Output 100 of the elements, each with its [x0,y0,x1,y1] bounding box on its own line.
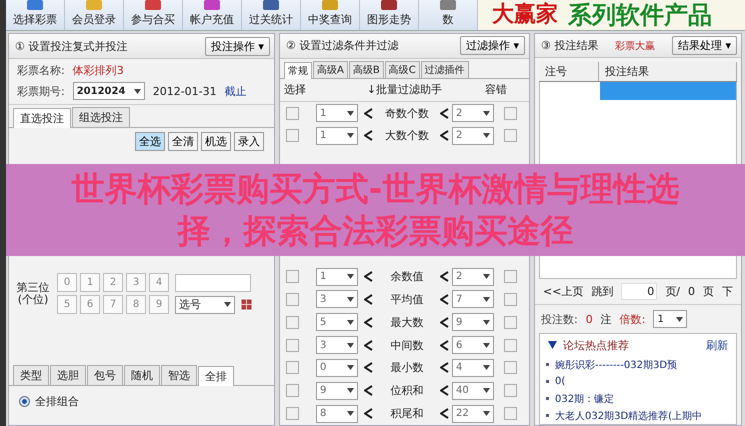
min-select[interactable]: 1 [316,268,358,286]
toolbar-icon[interactable] [378,0,400,10]
checkbox[interactable] [286,338,299,352]
action-button[interactable]: 机选 [200,132,231,151]
tab[interactable]: 过滤插件 [420,60,469,78]
min-select[interactable]: 1 [316,126,358,145]
tab[interactable]: 选胆 [50,365,86,385]
min-select[interactable]: 0 [316,358,358,377]
forum-link[interactable]: 婉彤识彩--------032期3D预 [555,358,678,372]
forum-link[interactable]: 大老人032期3D精选推荐(上期中 [555,408,702,422]
tab[interactable]: 高级B [348,60,384,78]
tolerance-checkbox[interactable] [504,129,517,142]
min-select[interactable]: 9 [316,382,358,400]
max-select[interactable]: 40 [452,382,494,400]
filter-name: 中间数 [389,338,424,353]
toolbar-button[interactable]: 选择彩票 [13,10,57,30]
max-select[interactable]: 6 [452,336,494,354]
checkbox[interactable] [286,407,299,420]
max-select[interactable]: 2 [452,268,494,286]
min-select[interactable]: 3 [316,336,358,354]
panel-title: ③ 投注结果 [541,38,598,54]
caret-icon [346,296,354,302]
tolerance-checkbox[interactable] [504,316,517,329]
min-select[interactable]: 1 [316,104,358,122]
caret-icon [482,274,490,280]
caret-icon [676,316,684,322]
next-link[interactable]: 下 [722,284,733,300]
tab[interactable]: 智选 [161,365,197,385]
max-select[interactable]: 2 [452,104,494,122]
caret-icon [346,411,354,416]
refresh-link[interactable]: 刷新 [706,338,728,352]
toolbar-button[interactable]: 中奖查询 [308,10,352,30]
toolbar-button[interactable]: 过关统计 [249,10,293,30]
tolerance-checkbox[interactable] [504,292,517,306]
grid-icon[interactable] [241,299,252,310]
menu-button[interactable]: 结果处理 ▾ [672,36,737,56]
checkbox[interactable] [286,106,299,120]
action-button[interactable]: 全清 [168,132,198,151]
toolbar-icon[interactable] [142,0,164,10]
toolbar-icon[interactable] [24,0,46,10]
max-select[interactable]: 7 [452,290,494,308]
toolbar-button[interactable]: 数 [442,10,454,30]
caret-icon [346,274,354,280]
tab[interactable]: 随机 [124,365,160,385]
checkbox[interactable] [286,361,299,374]
checkbox[interactable] [286,129,299,142]
max-select[interactable]: 4 [452,358,494,377]
toolbar-icon[interactable] [201,0,223,10]
radio-label: 全排组合 [35,394,79,409]
page-field[interactable]: 0 [621,283,658,300]
menu-button[interactable]: 过滤操作 ▾ [460,36,525,56]
pick-select[interactable]: 选号 [175,296,235,314]
tab[interactable]: 包号 [87,365,123,385]
tab[interactable]: 高级C [384,60,420,78]
max-select[interactable]: 22 [452,404,494,423]
tab[interactable]: 高级A [312,60,348,78]
toolbar-button[interactable]: 会员登录 [72,10,116,30]
caret-icon [482,342,490,348]
tolerance-checkbox[interactable] [504,361,517,374]
tab[interactable]: 组选投注 [72,107,130,127]
radio-button[interactable] [19,396,30,407]
tab[interactable]: 常规 [284,62,312,79]
min-select[interactable]: 5 [316,313,358,332]
tolerance-checkbox[interactable] [504,384,517,398]
checkbox[interactable] [286,292,299,306]
prev-link[interactable]: <<上页 [543,284,584,300]
min-select[interactable]: 3 [316,290,358,308]
toolbar-icon[interactable] [437,0,459,10]
caret-icon [482,411,490,416]
toolbar-button[interactable]: 图形走势 [367,10,411,30]
tolerance-checkbox[interactable] [504,338,517,352]
multiple-select[interactable]: 1 [653,310,688,328]
forum-link[interactable]: 0( [555,376,566,387]
tab[interactable]: 类型 [13,365,49,385]
tolerance-checkbox[interactable] [504,106,517,120]
checkbox[interactable] [286,270,299,284]
input-field[interactable] [175,274,251,292]
toolbar-button[interactable]: 帐户充值 [190,10,234,30]
tab[interactable]: 全排 [198,366,234,386]
tab[interactable]: 直选投注 [13,108,71,128]
forum-link[interactable]: 032期：镰定 [555,392,614,406]
toolbar-button[interactable]: 参与合买 [131,10,175,30]
checkbox[interactable] [286,384,299,398]
action-button[interactable]: 录入 [234,132,264,151]
checkbox[interactable] [286,316,299,329]
tolerance-checkbox[interactable] [504,407,517,420]
logo-brand: 大赢家 [492,2,558,28]
menu-button[interactable]: 投注操作 ▾ [204,36,270,56]
table-row[interactable] [600,82,736,100]
issue-date: 2012-01-31 [152,84,217,98]
tolerance-checkbox[interactable] [504,270,517,284]
issue-select[interactable]: 2012024 [72,82,145,100]
toolbar-icon[interactable] [260,0,282,10]
jump-label: 跳到 [591,284,614,300]
triangle-down-icon[interactable] [548,341,557,349]
action-button[interactable]: 全选 [134,132,165,151]
max-select[interactable]: 2 [452,126,494,145]
max-select[interactable]: 9 [452,313,494,332]
min-select[interactable]: 8 [316,404,358,423]
caret-icon [482,365,490,370]
